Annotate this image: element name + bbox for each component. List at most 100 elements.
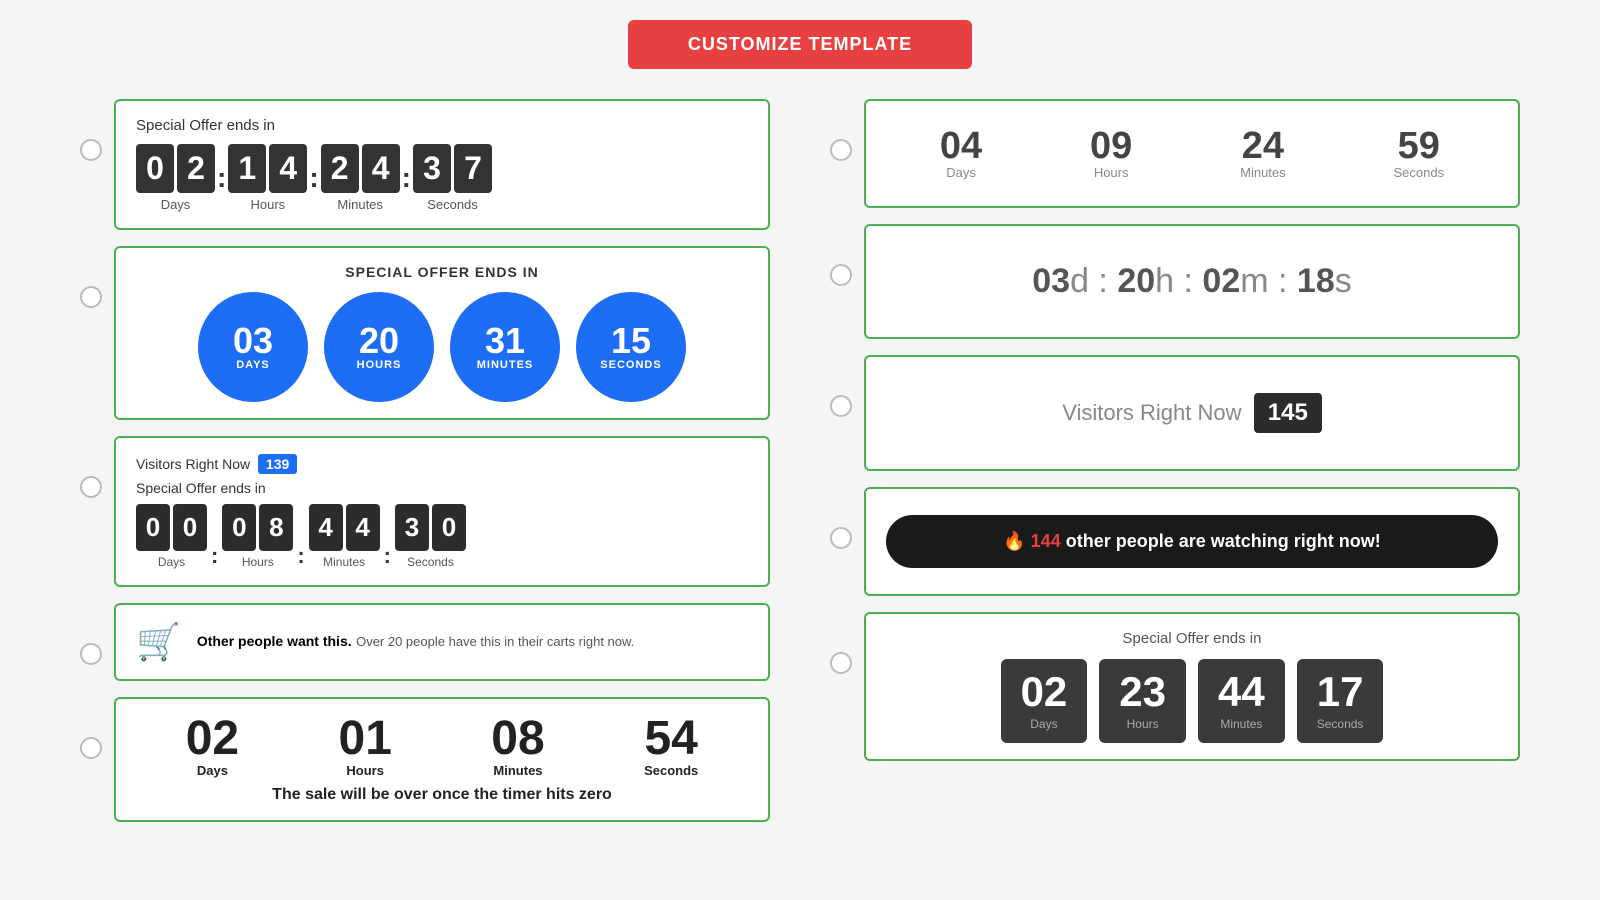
rwidget1-minutes-num: 24 <box>1240 127 1286 165</box>
widget4-normal-text: Over 20 people have this in their carts … <box>356 634 634 649</box>
widget5-box: 02 Days 01 Hours 08 Minutes 54 Seconds <box>114 697 770 822</box>
rwidget5-title: Special Offer ends in <box>886 630 1498 647</box>
widget5-hours-group: 01 Hours <box>339 715 392 778</box>
rwidget3-radio[interactable] <box>830 395 852 417</box>
widget1-minutes-group: 2 4 Minutes <box>321 144 400 212</box>
rwidget1-seconds-label: Seconds <box>1393 165 1444 180</box>
widget3-wrapper: Visitors Right Now 139 Special Offer end… <box>80 436 770 587</box>
cart-icon: 🛒 <box>136 621 181 663</box>
widget1-hour-d1: 1 <box>228 144 266 193</box>
rwidget1-box: 04 Days 09 Hours 24 Minutes 59 Seconds <box>864 99 1520 208</box>
widget2-box: SPECIAL OFFER ENDS IN 03 DAYS 20 HOURS 3… <box>114 246 770 420</box>
rwidget5-box: Special Offer ends in 02 Days 23 Hours 4… <box>864 612 1520 761</box>
widget1-days-label: Days <box>161 197 191 212</box>
widget2-seconds-circle: 15 SECONDS <box>576 292 686 402</box>
widget3-box: Visitors Right Now 139 Special Offer end… <box>114 436 770 587</box>
widget3-sep3: : <box>384 543 391 569</box>
widget3-min-d1: 4 <box>309 504 343 551</box>
rwidget4-count: 144 <box>1031 531 1061 551</box>
widget5-seconds-num: 54 <box>644 715 698 763</box>
widget2-circles-row: 03 DAYS 20 HOURS 31 MINUTES 15 SECONDS <box>136 292 748 402</box>
rwidget5-seconds-tile: 17 Seconds <box>1297 659 1384 743</box>
customize-template-button[interactable]: CUSTOMIZE TEMPLATE <box>628 20 972 69</box>
rwidget2-hours: 20 <box>1117 262 1155 300</box>
rwidget4-text: other people are watching right now! <box>1066 531 1381 551</box>
widget1-day-d1: 0 <box>136 144 174 193</box>
widget4-text: Other people want this. Over 20 people h… <box>197 633 634 651</box>
widget1-min-d2: 4 <box>362 144 400 193</box>
widget2-seconds-label: SECONDS <box>600 359 661 371</box>
widget1-sec-d2: 7 <box>454 144 492 193</box>
widget1-minutes-digits: 2 4 <box>321 144 400 193</box>
widget1-days-group: 0 2 Days <box>136 144 215 212</box>
rwidget3-box: Visitors Right Now 145 <box>864 355 1520 471</box>
widget1-hour-d2: 4 <box>269 144 307 193</box>
widget2-hours-num: 20 <box>359 323 399 359</box>
widget5-nums-row: 02 Days 01 Hours 08 Minutes 54 Seconds <box>136 715 748 778</box>
widget3-days-label: Days <box>158 555 185 569</box>
widget3-days-digits: 0 0 <box>136 504 207 551</box>
rwidget1-wrapper: 04 Days 09 Hours 24 Minutes 59 Seconds <box>830 99 1520 208</box>
widget1-box: Special Offer ends in 0 2 Days : <box>114 99 770 230</box>
widget5-days-label: Days <box>186 763 239 778</box>
widget3-radio[interactable] <box>80 476 102 498</box>
widget2-minutes-circle: 31 MINUTES <box>450 292 560 402</box>
rwidget1-nums-row: 04 Days 09 Hours 24 Minutes 59 Seconds <box>886 117 1498 190</box>
rwidget4-watching-text: 🔥 144 other people are watching right no… <box>1003 531 1381 551</box>
fire-emoji: 🔥 <box>1003 531 1025 551</box>
widget1-day-d2: 2 <box>177 144 215 193</box>
widget1-title: Special Offer ends in <box>136 117 748 134</box>
rwidget1-hours-label: Hours <box>1090 165 1132 180</box>
widget2-hours-label: HOURS <box>357 359 402 371</box>
widget5-wrapper: 02 Days 01 Hours 08 Minutes 54 Seconds <box>80 697 770 822</box>
widget4-radio[interactable] <box>80 643 102 665</box>
widget5-radio[interactable] <box>80 737 102 759</box>
widget5-days-group: 02 Days <box>186 715 239 778</box>
rwidget5-hours-num: 23 <box>1119 671 1166 713</box>
widget1-wrapper: Special Offer ends in 0 2 Days : <box>80 99 770 230</box>
rwidget5-days-label: Days <box>1021 717 1068 731</box>
rwidget1-seconds-group: 59 Seconds <box>1393 127 1444 180</box>
widget3-days-group: 0 0 Days <box>136 504 207 569</box>
widget3-minutes-digits: 4 4 <box>309 504 380 551</box>
widget3-hours-label: Hours <box>242 555 274 569</box>
rwidget5-days-num: 02 <box>1021 671 1068 713</box>
rwidget2-radio[interactable] <box>830 264 852 286</box>
widget5-hours-label: Hours <box>339 763 392 778</box>
widget5-minutes-group: 08 Minutes <box>491 715 544 778</box>
widget2-days-circle: 03 DAYS <box>198 292 308 402</box>
widget1-flip-row: 0 2 Days : 1 4 Hours : <box>136 144 748 212</box>
widget2-hours-circle: 20 HOURS <box>324 292 434 402</box>
widget1-days-digits: 0 2 <box>136 144 215 193</box>
rwidget3-wrapper: Visitors Right Now 145 <box>830 355 1520 471</box>
widget3-min-d2: 4 <box>346 504 380 551</box>
widget2-radio[interactable] <box>80 286 102 308</box>
rwidget4-box: 🔥 144 other people are watching right no… <box>864 487 1520 596</box>
rwidget1-radio[interactable] <box>830 139 852 161</box>
rwidget5-radio[interactable] <box>830 652 852 674</box>
widget3-minutes-group: 4 4 Minutes <box>309 504 380 569</box>
widget2-minutes-num: 31 <box>485 323 525 359</box>
rwidget2-minutes: 02 <box>1202 262 1240 300</box>
widget1-radio[interactable] <box>80 139 102 161</box>
widget1-sep3: : <box>402 162 411 194</box>
rwidget4-wrapper: 🔥 144 other people are watching right no… <box>830 487 1520 596</box>
widget5-seconds-group: 54 Seconds <box>644 715 698 778</box>
widget4-wrapper: 🛒 Other people want this. Over 20 people… <box>80 603 770 681</box>
widget1-seconds-digits: 3 7 <box>413 144 492 193</box>
widget3-sep1: : <box>211 543 218 569</box>
widget3-hours-group: 0 8 Hours <box>222 504 293 569</box>
rwidget1-days-num: 04 <box>940 127 982 165</box>
widget3-seconds-digits: 3 0 <box>395 504 466 551</box>
widget3-countdown-label: Special Offer ends in <box>136 480 748 496</box>
widget5-days-num: 02 <box>186 715 239 763</box>
rwidget5-minutes-label: Minutes <box>1218 717 1265 731</box>
widget3-visitors-line: Visitors Right Now 139 <box>136 454 748 474</box>
widget5-minutes-label: Minutes <box>491 763 544 778</box>
widget3-visitors-label: Visitors Right Now <box>136 456 250 472</box>
rwidget2-seconds: 18 <box>1297 262 1335 300</box>
widget2-days-label: DAYS <box>236 359 270 371</box>
rwidget2-box: 03d : 20h : 02m : 18s <box>864 224 1520 339</box>
rwidget1-days-label: Days <box>940 165 982 180</box>
rwidget4-radio[interactable] <box>830 527 852 549</box>
